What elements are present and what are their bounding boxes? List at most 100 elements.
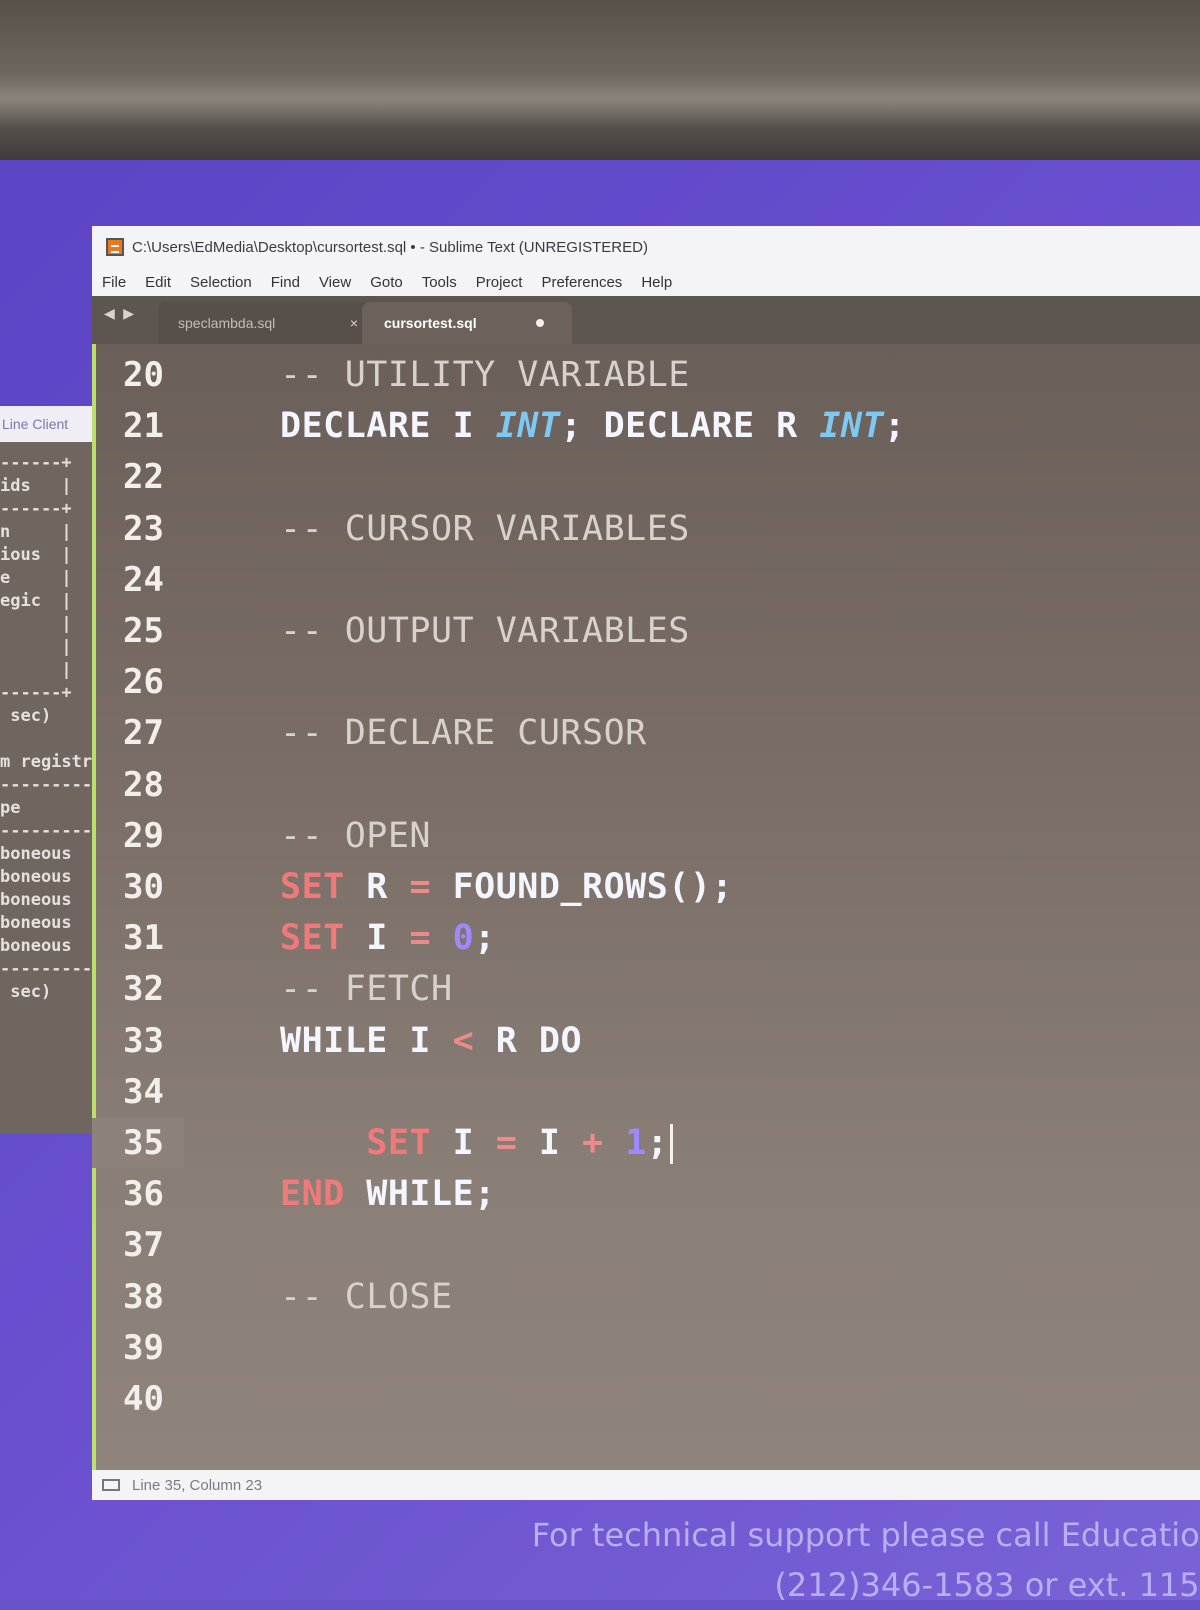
unsaved-dot-icon[interactable] [536,319,544,327]
code-line[interactable]: 36 END WHILE; [92,1169,1200,1219]
code-line[interactable]: 21 DECLARE I INT; DECLARE R INT; [92,401,1200,451]
code-text: SET I = I + 1; [280,1122,674,1164]
status-bar: Line 35, Column 23 [92,1470,1200,1500]
line-number: 38 [123,1276,164,1317]
menu-item-help[interactable]: Help [641,274,672,291]
support-line-1: For technical support please call Educat… [531,1516,1200,1554]
code-token-num: 0 [452,918,475,959]
console-line: ------+ [0,453,72,473]
code-line[interactable]: 25 -- OUTPUT VARIABLES [92,606,1200,656]
sublime-app-icon [106,238,124,256]
code-token-kw: SET [280,918,345,959]
code-token-punc: ; [646,1122,669,1163]
console-line: m registr [0,752,92,772]
code-token-id: R [344,867,410,907]
code-text: -- CLOSE [280,1277,453,1317]
code-line[interactable]: 35 SET I = I + 1; [92,1118,1200,1168]
code-token-comment: -- CURSOR VARIABLES [280,508,690,549]
code-token-id: WHILE I [280,1020,453,1061]
code-line[interactable]: 32 -- FETCH [92,964,1200,1014]
line-number: 21 [123,406,164,447]
tab-cursortest[interactable]: cursortest.sql [362,302,572,344]
line-number: 32 [123,969,164,1010]
code-line[interactable]: 26 [92,657,1200,707]
code-token-punc: ; [884,406,906,447]
menu-item-goto[interactable]: Goto [370,274,403,291]
tab-label: speclambda.sql [178,315,276,331]
code-line[interactable]: 23 -- CURSOR VARIABLES [92,504,1200,554]
code-editor[interactable]: 20 -- UTILITY VARIABLE 21 DECLARE I INT; DE… [92,344,1200,1470]
menu-item-preferences[interactable]: Preferences [541,274,622,291]
room-wall [0,0,1200,160]
line-number: 20 [123,355,164,395]
line-number: 28 [123,764,164,805]
code-text: -- CURSOR VARIABLES [280,509,690,549]
code-line[interactable]: 24 [92,555,1200,605]
line-number: 31 [123,918,164,959]
window-title: C:\Users\EdMedia\Desktop\cursortest.sql … [132,238,648,256]
menu-item-selection[interactable]: Selection [190,274,252,291]
console-line: boneous [0,844,72,864]
console-line: | [0,614,72,634]
code-token-id: DECLARE I [280,406,496,447]
code-token-kw: END [280,1174,345,1215]
code-line[interactable]: 40 [92,1374,1200,1424]
console-line: e | [0,568,72,588]
support-line-2: (212)346-1583 or ext. 1158 [774,1566,1200,1604]
line-number: 26 [123,662,164,703]
code-line[interactable]: 20 -- UTILITY VARIABLE [92,350,1200,400]
code-line[interactable]: 22 [92,452,1200,502]
code-line[interactable]: 33 WHILE I < R DO [92,1016,1200,1066]
console-window[interactable]: Line Client ------+ ids | ------+ n | ious |… [0,406,92,1134]
menu-item-file[interactable]: File [102,274,126,291]
code-line[interactable]: 34 [92,1067,1200,1117]
code-text: SET I = 0; [280,918,496,958]
menu-item-edit[interactable]: Edit [145,274,171,291]
console-title: Line Client [0,406,92,442]
line-number: 23 [123,508,164,549]
code-line[interactable]: 31 SET I = 0; [92,913,1200,963]
menu-item-tools[interactable]: Tools [422,274,457,291]
console-line: | [0,637,72,657]
tab-bar: ◀ ▶ speclambda.sql × cursortest.sql [92,296,1200,345]
code-line[interactable]: 39 [92,1323,1200,1373]
close-icon[interactable]: × [350,315,358,331]
code-line[interactable]: 37 [92,1220,1200,1270]
code-line[interactable]: 27 -- DECLARE CURSOR [92,708,1200,758]
code-token-id: WHILE; [344,1174,496,1215]
code-line[interactable]: 28 [92,760,1200,810]
line-number: 39 [123,1327,164,1368]
menu-item-view[interactable]: View [319,274,351,291]
menu-item-find[interactable]: Find [271,274,300,291]
code-token-comment: -- DECLARE CURSOR [280,713,647,754]
code-token-comment: -- CLOSE [280,1276,453,1317]
code-token-op: + [582,1122,604,1163]
code-token-id [604,1123,626,1163]
console-line: --------- [0,959,92,979]
code-line[interactable]: 29 -- OPEN [92,811,1200,861]
console-line: sec) [0,982,52,1002]
code-line[interactable]: 38 -- CLOSE [92,1272,1200,1322]
cursor-position: Line 35, Column 23 [132,1476,263,1494]
code-text: -- UTILITY VARIABLE [280,355,690,395]
console-line: | [0,660,72,680]
console-line: --------- [0,821,92,841]
menu-bar: File Edit Selection Find View Goto Tools Projec… [92,268,1200,296]
console-line: boneous [0,936,72,956]
console-line: ------+ [0,499,72,519]
code-token-op: = [409,867,432,907]
tab-nav-arrows-icon[interactable]: ◀ ▶ [104,306,136,322]
line-number: 37 [123,1225,164,1266]
title-bar[interactable]: C:\Users\EdMedia\Desktop\cursortest.sql … [92,226,1200,268]
code-token-comment: -- OUTPUT VARIABLES [280,611,690,651]
code-line[interactable]: 30 SET R = FOUND_ROWS(); [92,862,1200,912]
code-text: -- OPEN [280,816,431,856]
monitor-icon[interactable] [102,1479,120,1491]
tab-speclambda[interactable]: speclambda.sql × [158,302,388,344]
console-line: ids | [0,476,72,496]
code-token-id: I [517,1122,583,1163]
code-token-punc: ; DECLARE R [560,406,820,447]
menu-item-project[interactable]: Project [476,274,523,291]
line-number: 35 [92,1118,184,1168]
sublime-window[interactable]: C:\Users\EdMedia\Desktop\cursortest.sql … [92,226,1200,1500]
